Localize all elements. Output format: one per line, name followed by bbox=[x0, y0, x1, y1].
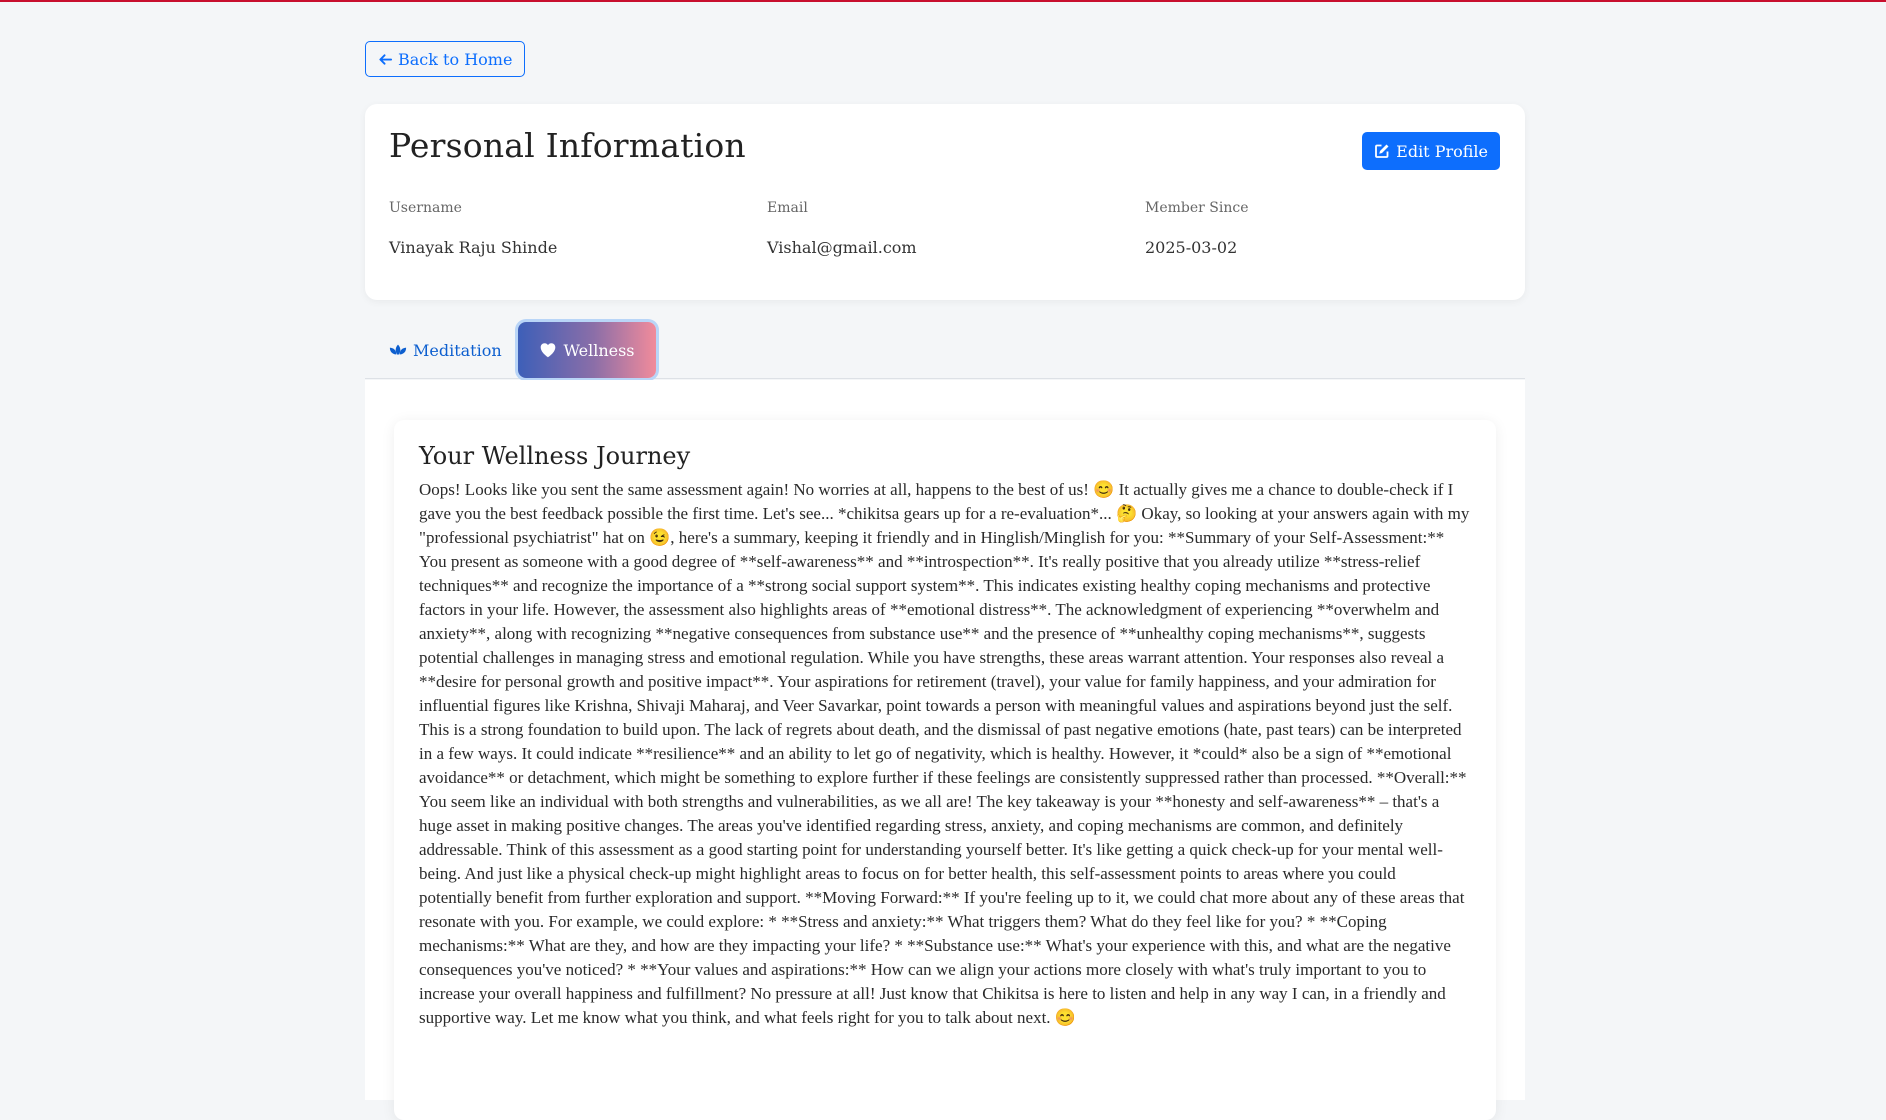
username-value: Vinayak Raju Shinde bbox=[389, 238, 558, 257]
edit-icon bbox=[1375, 144, 1389, 158]
lotus-icon bbox=[389, 344, 407, 355]
email-value: Vishal@gmail.com bbox=[767, 238, 917, 257]
personal-information-card: Personal Information Edit Profile Userna… bbox=[365, 104, 1525, 300]
arrow-left-icon bbox=[379, 53, 393, 65]
edit-profile-label: Edit Profile bbox=[1396, 141, 1488, 161]
username-label: Username bbox=[389, 200, 462, 216]
wellness-panel: Your Wellness Journey Oops! Looks like y… bbox=[365, 380, 1525, 1120]
email-label: Email bbox=[767, 200, 808, 216]
tab-wellness[interactable]: Wellness bbox=[518, 322, 656, 378]
tab-meditation-label: Meditation bbox=[413, 340, 502, 360]
email-field: Email Vishal@gmail.com bbox=[767, 200, 917, 257]
heart-icon bbox=[541, 343, 556, 358]
tab-meditation[interactable]: Meditation bbox=[389, 322, 502, 378]
back-to-home-button[interactable]: Back to Home bbox=[365, 41, 526, 77]
profile-tabs: Meditation Wellness bbox=[365, 322, 1525, 379]
tab-wellness-label: Wellness bbox=[563, 340, 635, 360]
back-to-home-label: Back to Home bbox=[398, 49, 513, 69]
wellness-journey-card: Your Wellness Journey Oops! Looks like y… bbox=[394, 420, 1496, 1120]
member-since-label: Member Since bbox=[1145, 200, 1249, 216]
edit-profile-button[interactable]: Edit Profile bbox=[1362, 132, 1500, 170]
member-since-field: Member Since 2025-03-02 bbox=[1145, 200, 1249, 257]
wellness-journey-text: Oops! Looks like you sent the same asses… bbox=[419, 480, 1470, 1027]
page-title: Personal Information bbox=[389, 126, 746, 165]
wellness-journey-title: Your Wellness Journey bbox=[419, 442, 691, 470]
top-accent-line bbox=[0, 0, 1886, 2]
member-since-value: 2025-03-02 bbox=[1145, 238, 1238, 257]
username-field: Username Vinayak Raju Shinde bbox=[389, 200, 557, 257]
